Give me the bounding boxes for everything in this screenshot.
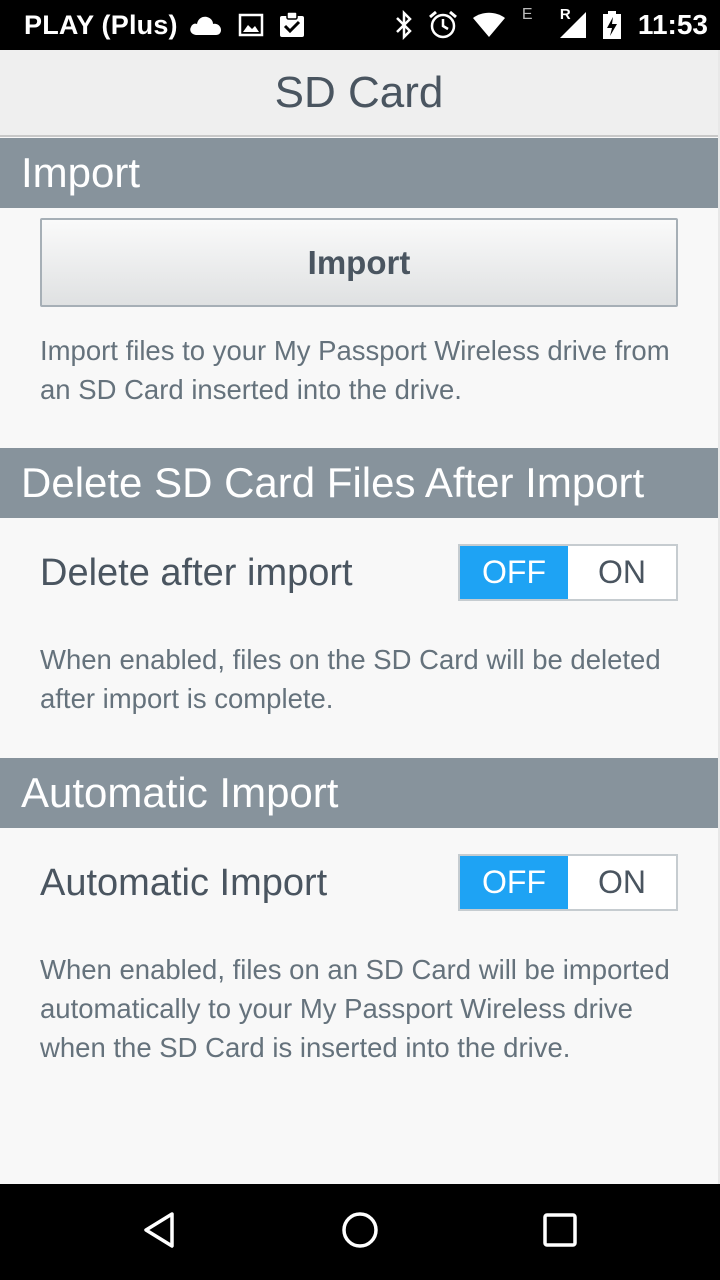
back-button[interactable] — [110, 1184, 210, 1280]
carrier-name: PLAY (Plus) — [24, 9, 178, 40]
wifi-icon — [472, 12, 506, 38]
bluetooth-icon — [394, 10, 414, 40]
network-type-icon: E — [521, 6, 533, 23]
app-content: SD Card Import Import Import files to yo… — [0, 50, 718, 1184]
section-header-import: Import — [0, 138, 718, 208]
delete-after-import-toggle[interactable]: OFF ON — [458, 544, 678, 601]
page-title: SD Card — [274, 67, 444, 117]
automatic-import-label: Automatic Import — [40, 862, 328, 904]
toggle-off-option[interactable]: OFF — [460, 546, 568, 599]
cloud-icon — [188, 13, 224, 37]
section-header-automatic-import: Automatic Import — [0, 758, 718, 828]
import-button[interactable]: Import — [40, 218, 678, 307]
import-description: Import files to your My Passport Wireles… — [40, 335, 670, 405]
home-icon — [340, 1210, 380, 1255]
signal-icon: R — [558, 6, 588, 40]
navigation-bar — [0, 1184, 720, 1280]
home-button[interactable] — [310, 1184, 410, 1280]
section-header-delete: Delete SD Card Files After Import — [0, 448, 718, 518]
clipboard-check-icon — [278, 11, 306, 39]
roaming-indicator: R — [559, 6, 571, 23]
recents-button[interactable] — [510, 1184, 610, 1280]
battery-charging-icon — [602, 10, 622, 40]
back-icon — [140, 1210, 180, 1255]
delete-after-import-label: Delete after import — [40, 552, 353, 594]
automatic-import-toggle[interactable]: OFF ON — [458, 854, 678, 911]
title-bar: SD Card — [0, 50, 718, 137]
alarm-icon — [428, 10, 458, 40]
clock: 11:53 — [637, 9, 708, 40]
toggle-on-option[interactable]: ON — [568, 856, 676, 909]
recents-icon — [542, 1212, 578, 1253]
toggle-on-option[interactable]: ON — [568, 546, 676, 599]
delete-after-import-description: When enabled, files on the SD Card will … — [40, 644, 661, 714]
automatic-import-description: When enabled, files on an SD Card will b… — [40, 954, 670, 1063]
system-icons: E R 11:53 — [394, 6, 708, 41]
toggle-off-option[interactable]: OFF — [460, 856, 568, 909]
image-icon — [238, 13, 264, 37]
notification-icons — [188, 11, 306, 39]
status-bar: PLAY (Plus) E R 11:53 — [0, 0, 720, 50]
